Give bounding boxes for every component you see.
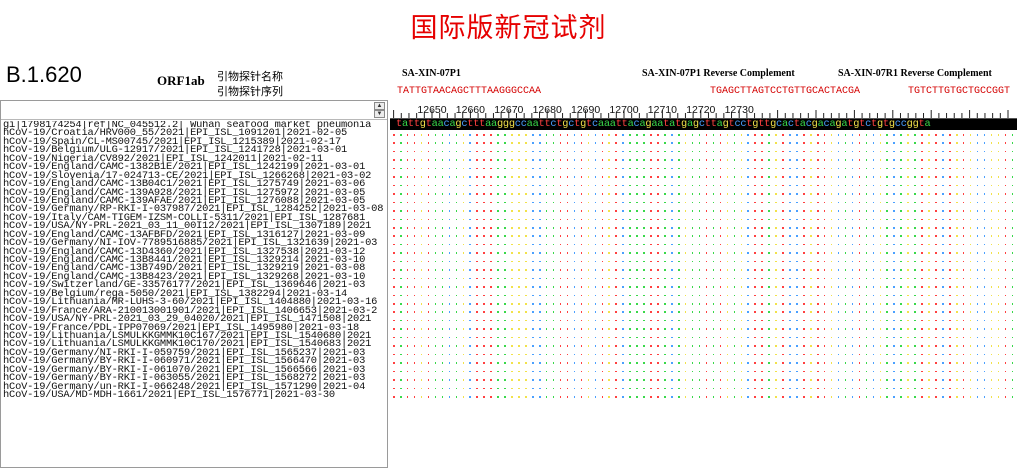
probe-name-label: 引物探针名称 — [217, 70, 283, 83]
scroll-up-button[interactable]: ▲ — [374, 102, 385, 110]
ruler-tick-label: 12710 — [647, 104, 677, 116]
probe-1-sequence: TATTGTAACAGCTTTAAGGGCCAA — [397, 86, 542, 97]
slide-title: 国际版新冠试剂 — [410, 13, 607, 44]
lineage-label: B.1.620 — [6, 62, 82, 87]
probe-3-name: SA-XIN-07R1 Reverse Complement — [838, 68, 992, 79]
ruler-tick-label: 12700 — [609, 104, 639, 116]
ruler-tick-label: 12680 — [532, 104, 562, 116]
position-ruler: 12650 12660 12670 12680 12690 12700 12710 12720… — [390, 98, 1017, 119]
probe-3-sequence: TGTCTTGTGCTGCCGGT — [908, 86, 1011, 97]
ruler-tick-label: 12730 — [724, 104, 754, 116]
reference-sequence-bar: tattgtaacagctttaagggccaattctgctgtcaaatta… — [390, 119, 1017, 130]
probe-2-sequence: TGAGCTTAGTCCTGTTGCACTACGA — [710, 86, 861, 97]
ruler-tick-label: 12650 — [417, 104, 447, 116]
ruler-tick-label: 12660 — [455, 104, 485, 116]
ruler-tick-label: 12720 — [686, 104, 716, 116]
probe-1-name: SA-XIN-07P1 — [402, 68, 461, 79]
sequence-name-list: gi|1798174254|ref|NC_045512.2| Wuhan sea… — [3, 121, 387, 399]
sequence-name-row[interactable]: hCoV-19/USA/MD-MDH-1661/2021|EPI_ISL_157… — [3, 390, 387, 400]
horizontal-scrollbar[interactable]: ▲ ▼ — [1, 101, 387, 120]
probe-2-name: SA-XIN-07P1 Reverse Complement — [642, 68, 795, 79]
probe-sequence-label: 引物探针序列 — [217, 85, 283, 98]
scroll-down-button[interactable]: ▼ — [374, 110, 385, 118]
reference-sequence: tattgtaacagctttaagggccaattctgctgtcaaatta… — [396, 119, 931, 130]
gene-label: ORF1ab — [157, 73, 205, 88]
ruler-tick-label: 12690 — [570, 104, 601, 116]
sequence-names-pane[interactable]: ▲ ▼ gi|1798174254|ref|NC_045512.2| Wuhan… — [0, 100, 388, 468]
ruler-tick-label: 12670 — [494, 104, 524, 116]
alignment-pane[interactable]: 12650 12660 12670 12680 12690 12700 12710 12720… — [390, 98, 1017, 468]
